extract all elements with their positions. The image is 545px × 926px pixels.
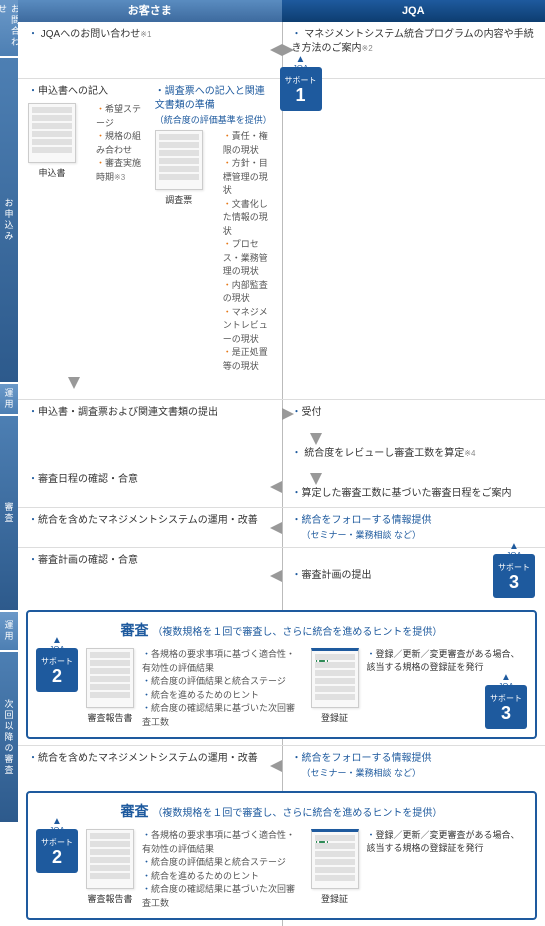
side-operate2: 運用 xyxy=(0,612,18,652)
side-audit1: 審査 xyxy=(0,416,18,612)
operate-jqa-sub: （セミナー・業務相談 など） xyxy=(302,528,536,541)
arrow-left-icon xyxy=(270,570,282,582)
arrow-left-icon xyxy=(270,522,282,534)
doc-thumb-cert xyxy=(311,648,359,708)
audit-box-2: 審査 （複数規格を１回で審査し、さらに統合を進めるヒントを提供） JQAの サポ… xyxy=(26,791,537,920)
support-badge-2b: JQAの サポート 2 xyxy=(36,829,78,873)
side-later: 次回以降の審査 xyxy=(0,652,18,824)
support-badge-1: JQAの サポート 1 xyxy=(280,67,322,111)
inquiry-jqa: マネジメントシステム統合プログラムの内容や手続き方法のご案内※2 xyxy=(292,28,536,56)
arrow-left-icon xyxy=(270,44,282,56)
doc-label-report: 審査報告書 xyxy=(87,711,132,724)
apply-fill: 申込書への記入 xyxy=(28,85,145,99)
doc-thumb-cert-2 xyxy=(311,829,359,889)
cert-text-2: 登録／更新／変更審査がある場合、該当する規格の登録証を発行 xyxy=(367,829,528,854)
side-operate1: 運用 xyxy=(0,384,18,416)
support-badge-2a: JQAの サポート 2 xyxy=(36,648,78,692)
cert-text: 登録／更新／変更審査がある場合、該当する規格の登録証を発行 xyxy=(367,648,528,673)
survey-sub: （統合度の評価基準を提供） xyxy=(155,113,272,126)
survey-title: 調査票への記入と関連文書類の準備 xyxy=(155,85,272,113)
doc-label-cert: 登録証 xyxy=(321,711,348,724)
arrow-left-icon xyxy=(270,481,282,493)
arrow-right-icon xyxy=(282,408,294,420)
submit-text: 申込書・調査票および関連文書類の提出 xyxy=(28,406,272,420)
doc-thumb-survey xyxy=(155,130,203,190)
doc-thumb-form xyxy=(28,103,76,163)
receive-text: 受付 xyxy=(292,406,536,420)
doc-thumb-report xyxy=(86,648,134,708)
schedule-customer: 審査日程の確認・合意 xyxy=(28,473,272,487)
arrow-down-icon xyxy=(310,433,322,445)
survey-options: 責任・権限の現状 方針・目標管理の現状 文書化した情報の現状 プロセス・業務管理… xyxy=(223,130,272,373)
operate2-jqa-sub: （セミナー・業務相談 など） xyxy=(302,766,536,779)
doc-label-cert-2: 登録証 xyxy=(321,892,348,905)
audit-box-1: 審査 （複数規格を１回で審査し、さらに統合を進めるヒントを提供） JQAの サポ… xyxy=(26,610,537,739)
doc-label-report-2: 審査報告書 xyxy=(87,892,132,905)
arrow-left-icon xyxy=(270,760,282,772)
support-badge-3a: JQAの サポート 3 xyxy=(493,554,535,598)
operate-jqa: 統合をフォローする情報提供 xyxy=(292,514,536,528)
plan-jqa: 審査計画の提出 xyxy=(292,569,486,583)
arrow-down-icon xyxy=(310,473,322,485)
header-customer: お客さま xyxy=(18,0,282,22)
support-badge-3b: JQAの サポート 3 xyxy=(485,685,527,729)
plan-customer: 審査計画の確認・合意 xyxy=(28,554,272,568)
doc-thumb-report-2 xyxy=(86,829,134,889)
audit-points: 各規格の要求事項に基づく適合性・有効性の評価結果 統合度の評価結果と統合ステージ… xyxy=(142,648,303,729)
side-inquiry: お問合わせ xyxy=(0,0,18,58)
schedule-jqa: 算定した審査工数に基づいた審査日程をご案内 xyxy=(292,487,536,501)
doc-label-survey: 調査票 xyxy=(165,193,192,206)
header-jqa: JQA xyxy=(282,0,545,22)
form-options: 希望ステージ 規格の組み合わせ 審査実施時期※3 xyxy=(96,103,145,184)
operate2-customer: 統合を含めたマネジメントシステムの運用・改善 xyxy=(28,752,272,766)
doc-label-form: 申込書 xyxy=(38,166,65,179)
arrow-down-icon xyxy=(68,377,80,389)
operate-customer: 統合を含めたマネジメントシステムの運用・改善 xyxy=(28,514,272,528)
operate2-jqa: 統合をフォローする情報提供 xyxy=(292,752,536,766)
audit-points-2: 各規格の要求事項に基づく適合性・有効性の評価結果 統合度の評価結果と統合ステージ… xyxy=(142,829,303,910)
audit-title: 審査 （複数規格を１回で審査し、さらに統合を進めるヒントを提供） xyxy=(36,620,527,640)
inquiry-customer: JQAへのお問い合わせ※1 xyxy=(28,28,272,42)
review-text: 統合度をレビューし審査工数を算定※4 xyxy=(292,447,536,461)
audit-title-2: 審査 （複数規格を１回で審査し、さらに統合を進めるヒントを提供） xyxy=(36,801,527,821)
side-apply: お申込み xyxy=(0,58,18,384)
